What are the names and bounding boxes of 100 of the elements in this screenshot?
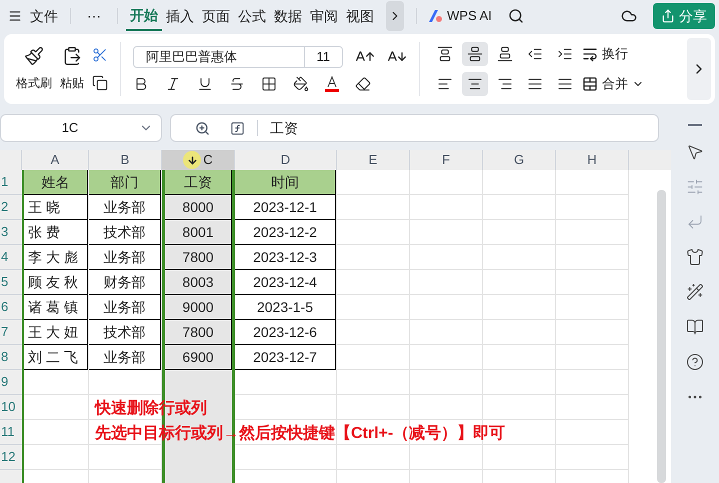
header-cell: 姓名 xyxy=(24,170,88,195)
copy-icon[interactable] xyxy=(92,75,108,91)
align-icon[interactable] xyxy=(497,76,513,92)
clipboard-icon[interactable] xyxy=(62,46,82,66)
table-cell: 8001 xyxy=(165,220,232,245)
align-icon[interactable] xyxy=(557,46,573,62)
table-cell: 顾 友 秋 xyxy=(24,270,88,295)
menu-tab[interactable]: 公式 xyxy=(234,1,270,31)
table-cell: 2023-12-4 xyxy=(235,270,336,295)
align-icon[interactable] xyxy=(557,76,573,92)
table-cell: 王 大 妞 xyxy=(24,320,88,345)
align-icon[interactable] xyxy=(467,46,483,62)
ai-label[interactable]: WPS AI xyxy=(447,6,492,26)
row-header[interactable]: 11 xyxy=(0,420,22,445)
zoom-icon[interactable] xyxy=(195,120,210,136)
align-icon[interactable] xyxy=(527,46,543,62)
table-cell: 2023-1-5 xyxy=(235,295,336,320)
table-cell: 2023-12-1 xyxy=(235,195,336,220)
scrollbar[interactable] xyxy=(657,190,666,483)
table-cell: 7800 xyxy=(165,320,232,345)
sliders-icon[interactable] xyxy=(686,178,704,196)
row-header[interactable]: 12 xyxy=(0,445,22,470)
row-header[interactable]: 1 xyxy=(0,170,22,195)
table-cell: 业务部 xyxy=(89,345,161,370)
share-button[interactable]: 分享 xyxy=(653,3,715,29)
fill-color-icon[interactable] xyxy=(293,76,309,92)
table-cell: 技术部 xyxy=(89,320,161,345)
align-icon[interactable] xyxy=(527,76,543,92)
eraser-icon[interactable] xyxy=(355,76,371,92)
italic-icon[interactable] xyxy=(165,76,181,92)
table-cell: 财务部 xyxy=(89,270,161,295)
menu-tab[interactable]: 审阅 xyxy=(306,1,342,31)
menu-tab[interactable]: 视图 xyxy=(342,1,378,31)
table-cell: 9000 xyxy=(165,295,232,320)
table-cell: 刘 二 飞 xyxy=(24,345,88,370)
font-field[interactable]: 阿里巴巴普惠体 11 xyxy=(133,46,343,68)
name-box[interactable]: 1C xyxy=(0,114,162,142)
row-header[interactable]: 6 xyxy=(0,295,22,320)
scissors-icon[interactable] xyxy=(92,47,108,63)
merge-button[interactable]: 合并 xyxy=(582,74,644,94)
table-cell: 诸 葛 镇 xyxy=(24,295,88,320)
align-icon[interactable] xyxy=(437,46,453,62)
align-button[interactable] xyxy=(462,72,488,96)
ai-logo-icon xyxy=(429,10,443,22)
header-cell: 工资 xyxy=(165,170,232,195)
table-cell: 8003 xyxy=(165,270,232,295)
font-color-icon[interactable] xyxy=(325,76,339,92)
cloud-icon[interactable] xyxy=(621,8,637,24)
column-header[interactable]: G xyxy=(483,150,556,170)
search-icon[interactable] xyxy=(508,8,524,24)
border-icon[interactable] xyxy=(261,76,277,92)
row-header[interactable]: 3 xyxy=(0,220,22,245)
share-icon[interactable] xyxy=(661,9,675,23)
shirt-icon[interactable] xyxy=(686,248,704,266)
wrap-icon[interactable] xyxy=(582,46,598,62)
column-header[interactable]: F xyxy=(410,150,483,170)
wrap-button[interactable]: 换行 xyxy=(582,44,644,64)
formula-field[interactable]: 工资 xyxy=(170,114,659,142)
table-cell: 李 大 彪 xyxy=(24,245,88,270)
function-icon[interactable] xyxy=(230,120,245,136)
row-header[interactable]: 9 xyxy=(0,370,22,395)
more-button[interactable]: ⋯ xyxy=(79,6,109,26)
align-icon[interactable] xyxy=(467,76,483,92)
help-icon[interactable] xyxy=(686,353,704,371)
pointer-icon[interactable] xyxy=(686,143,704,161)
underline-icon[interactable] xyxy=(197,76,213,92)
column-header[interactable]: C xyxy=(162,150,235,170)
menu-tab[interactable]: 开始 xyxy=(126,1,162,31)
column-header[interactable]: H xyxy=(556,150,629,170)
table-cell: 6900 xyxy=(165,345,232,370)
menu-tab[interactable]: 数据 xyxy=(270,1,306,31)
format-painter-label[interactable]: 格式刷 xyxy=(16,74,52,92)
menu-tab[interactable]: 文件 xyxy=(26,6,62,26)
paste-label[interactable]: 粘贴 xyxy=(60,74,84,92)
row-header[interactable]: 5 xyxy=(0,270,22,295)
row-header[interactable]: 7 xyxy=(0,320,22,345)
align-button[interactable] xyxy=(462,42,488,66)
row-header[interactable]: 2 xyxy=(0,195,22,220)
align-icon[interactable] xyxy=(437,76,453,92)
row-header[interactable]: 10 xyxy=(0,395,22,420)
menu-tab[interactable]: 页面 xyxy=(198,1,234,31)
menu-icon[interactable] xyxy=(8,9,22,23)
paintbrush-icon[interactable] xyxy=(24,46,44,66)
row-header[interactable]: 8 xyxy=(0,345,22,370)
table-cell: 业务部 xyxy=(89,195,161,220)
menu-tab[interactable]: 插入 xyxy=(162,1,198,31)
cursor-highlight-icon xyxy=(183,151,202,169)
table-cell: 业务部 xyxy=(89,245,161,270)
header-cell: 部门 xyxy=(89,170,161,195)
column-header[interactable]: E xyxy=(337,150,410,170)
table-cell: 8000 xyxy=(165,195,232,220)
strikethrough-icon[interactable] xyxy=(229,76,245,92)
align-icon[interactable] xyxy=(497,46,513,62)
table-cell: 2023-12-7 xyxy=(235,345,336,370)
table-cell: 7800 xyxy=(165,245,232,270)
book-icon[interactable] xyxy=(686,318,704,336)
row-header[interactable]: 4 xyxy=(0,245,22,270)
scroll-right-button[interactable] xyxy=(386,1,404,31)
merge-icon[interactable] xyxy=(582,76,598,92)
wand-icon[interactable] xyxy=(686,283,704,301)
